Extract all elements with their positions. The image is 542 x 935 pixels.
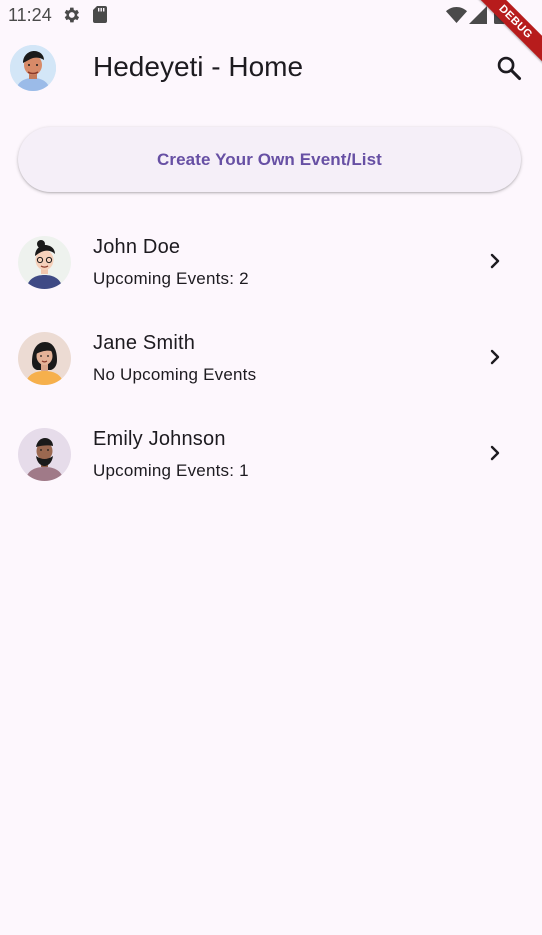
avatar-john [18, 236, 71, 289]
search-icon [497, 56, 522, 81]
search-button[interactable] [493, 52, 525, 84]
chevron-right-icon [490, 445, 500, 461]
app-bar: Hedeyeti - Home [0, 30, 542, 106]
status-bar: 11:24 [0, 0, 542, 30]
list-item[interactable]: Jane Smith No Upcoming Events [0, 310, 542, 406]
sd-card-icon [93, 6, 107, 23]
list-item[interactable]: Emily Johnson Upcoming Events: 1 [0, 406, 542, 502]
friend-name: Emily Johnson [93, 428, 226, 450]
chevron-right-icon [490, 253, 500, 269]
create-event-button-label: Create Your Own Event/List [157, 149, 382, 169]
avatar-jane [18, 332, 71, 385]
list-item[interactable]: John Doe Upcoming Events: 2 [0, 214, 542, 310]
avatar-emily [18, 428, 71, 481]
friend-events-status: Upcoming Events: 2 [93, 269, 249, 288]
friend-events-status: No Upcoming Events [93, 365, 257, 384]
signal-icon [469, 6, 487, 24]
page-title: Hedeyeti - Home [93, 51, 304, 82]
friend-name: John Doe [93, 236, 181, 258]
create-event-button[interactable]: Create Your Own Event/List [18, 127, 521, 192]
user-avatar[interactable] [10, 45, 56, 91]
friend-name: Jane Smith [93, 332, 196, 354]
user-avatar-illustration [10, 45, 56, 91]
wifi-icon [446, 7, 467, 23]
gear-icon [64, 7, 80, 23]
chevron-right-icon [490, 349, 500, 365]
friend-list: John Doe Upcoming Events: 2 Jane Smith N… [0, 214, 542, 502]
status-time: 11:24 [8, 5, 52, 25]
friend-events-status: Upcoming Events: 1 [93, 461, 249, 480]
